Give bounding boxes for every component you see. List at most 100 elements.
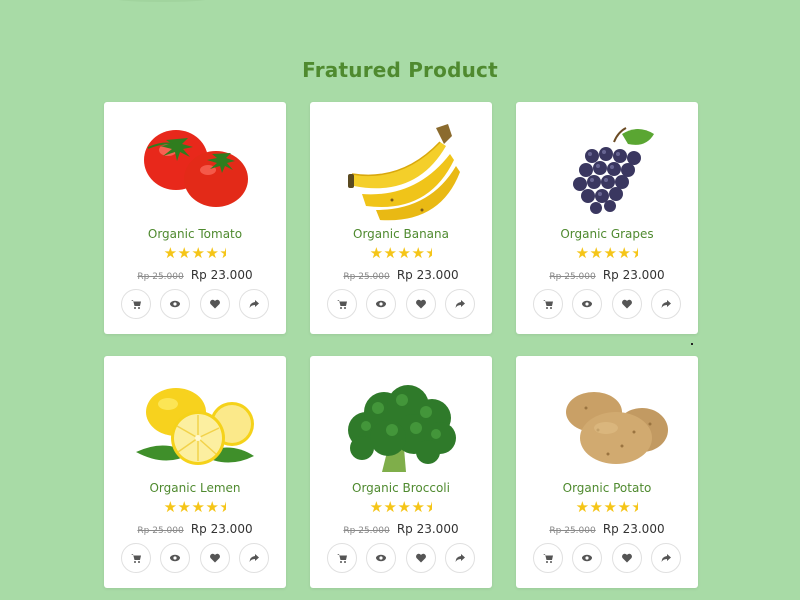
cart-icon (337, 554, 347, 563)
wishlist-button[interactable] (199, 289, 230, 319)
product-grid: Organic Tomato ★★★★★ Rp 25.000 Rp 23.000 (104, 102, 698, 588)
share-button[interactable] (650, 543, 681, 573)
product-card-tomato[interactable]: Organic Tomato ★★★★★ Rp 25.000 Rp 23.000 (104, 102, 286, 334)
star-icon: ★ (411, 244, 426, 262)
eye-icon (582, 554, 593, 562)
add-to-cart-button[interactable] (121, 289, 151, 319)
heart-icon (621, 553, 632, 563)
star-icon: ★ (205, 498, 220, 516)
current-price: Rp 23.000 (602, 522, 665, 536)
heart-icon (415, 553, 426, 563)
wishlist-button[interactable] (611, 543, 642, 573)
quick-view-button[interactable] (366, 289, 397, 319)
product-card-grapes[interactable]: Organic Grapes ★★★★★ Rp 25.000 Rp 23.000 (516, 102, 698, 334)
price: Rp 25.000 Rp 23.000 (516, 520, 698, 539)
product-actions (121, 543, 269, 573)
star-icon: ★ (191, 498, 206, 516)
eye-icon (376, 554, 387, 562)
star-icon: ★ (617, 498, 632, 516)
current-price: Rp 23.000 (396, 522, 459, 536)
price: Rp 25.000 Rp 23.000 (104, 520, 286, 539)
product-name: Organic Lemen (149, 481, 241, 495)
old-price: Rp 25.000 (549, 272, 596, 282)
add-to-cart-button[interactable] (533, 543, 563, 573)
eye-icon (582, 300, 593, 308)
share-button[interactable] (238, 289, 269, 319)
star-icon: ★ (603, 244, 618, 262)
star-icon: ★ (191, 244, 206, 262)
star-icon: ★ (383, 498, 398, 516)
product-card-banana[interactable]: Organic Banana ★★★★★ Rp 25.000 Rp 23.000 (310, 102, 492, 334)
add-to-cart-button[interactable] (121, 543, 151, 573)
current-price: Rp 23.000 (602, 268, 665, 282)
price: Rp 25.000 Rp 23.000 (310, 266, 492, 285)
eye-icon (170, 300, 181, 308)
product-card-potato[interactable]: Organic Potato ★★★★★ Rp 25.000 Rp 23.000 (516, 356, 698, 588)
star-icon: ★ (177, 244, 192, 262)
cart-icon (131, 300, 141, 309)
star-icon: ★ (575, 244, 590, 262)
star-icon: ★ (575, 498, 590, 516)
star-icon: ★ (603, 498, 618, 516)
old-price: Rp 25.000 (137, 272, 184, 282)
share-button[interactable] (444, 543, 475, 573)
star-icon: ★ (383, 244, 398, 262)
star-icon: ★ (589, 244, 604, 262)
quick-view-button[interactable] (572, 289, 603, 319)
cart-icon (543, 554, 553, 563)
wishlist-button[interactable] (611, 289, 642, 319)
heart-icon (415, 299, 426, 309)
wishlist-button[interactable] (199, 543, 230, 573)
price: Rp 25.000 Rp 23.000 (310, 520, 492, 539)
quick-view-button[interactable] (366, 543, 397, 573)
quick-view-button[interactable] (572, 543, 603, 573)
star-icon: ★ (163, 498, 178, 516)
share-icon (661, 300, 671, 308)
cart-icon (337, 300, 347, 309)
add-to-cart-button[interactable] (327, 289, 357, 319)
share-icon (249, 300, 259, 308)
old-price: Rp 25.000 (343, 272, 390, 282)
half-star-icon: ★ (631, 244, 638, 262)
wishlist-button[interactable] (405, 289, 436, 319)
quick-view-button[interactable] (160, 543, 191, 573)
rating-stars: ★★★★★ (104, 244, 286, 262)
add-to-cart-button[interactable] (533, 289, 563, 319)
product-actions (533, 289, 681, 319)
rating-stars: ★★★★★ (516, 244, 698, 262)
price: Rp 25.000 Rp 23.000 (104, 266, 286, 285)
product-card-broccoli[interactable]: Organic Broccoli ★★★★★ Rp 25.000 Rp 23.0… (310, 356, 492, 588)
section-title: Fratured Product (302, 58, 498, 82)
eye-icon (170, 554, 181, 562)
half-star-icon: ★ (425, 498, 432, 516)
eye-icon (376, 300, 387, 308)
rating-stars: ★★★★★ (310, 498, 492, 516)
quick-view-button[interactable] (160, 289, 191, 319)
half-star-icon: ★ (631, 498, 638, 516)
grapes-image (538, 114, 676, 222)
wishlist-button[interactable] (405, 543, 436, 573)
product-actions (533, 543, 681, 573)
star-icon: ★ (617, 244, 632, 262)
star-icon: ★ (369, 498, 384, 516)
product-card-lemon[interactable]: Organic Lemen ★★★★★ Rp 25.000 Rp 23.000 (104, 356, 286, 588)
product-name: Organic Banana (353, 227, 449, 241)
half-star-icon: ★ (219, 244, 226, 262)
banana-image (332, 114, 470, 222)
share-button[interactable] (650, 289, 681, 319)
share-icon (455, 554, 465, 562)
product-name: Organic Broccoli (352, 481, 450, 495)
half-star-icon: ★ (219, 498, 226, 516)
half-star-icon: ★ (425, 244, 432, 262)
star-icon: ★ (397, 498, 412, 516)
star-icon: ★ (411, 498, 426, 516)
cart-icon (543, 300, 553, 309)
product-actions (327, 289, 475, 319)
old-price: Rp 25.000 (343, 526, 390, 536)
share-button[interactable] (444, 289, 475, 319)
old-price: Rp 25.000 (549, 526, 596, 536)
lemon-image (126, 368, 264, 476)
broccoli-image (332, 368, 470, 476)
share-button[interactable] (238, 543, 269, 573)
add-to-cart-button[interactable] (327, 543, 357, 573)
